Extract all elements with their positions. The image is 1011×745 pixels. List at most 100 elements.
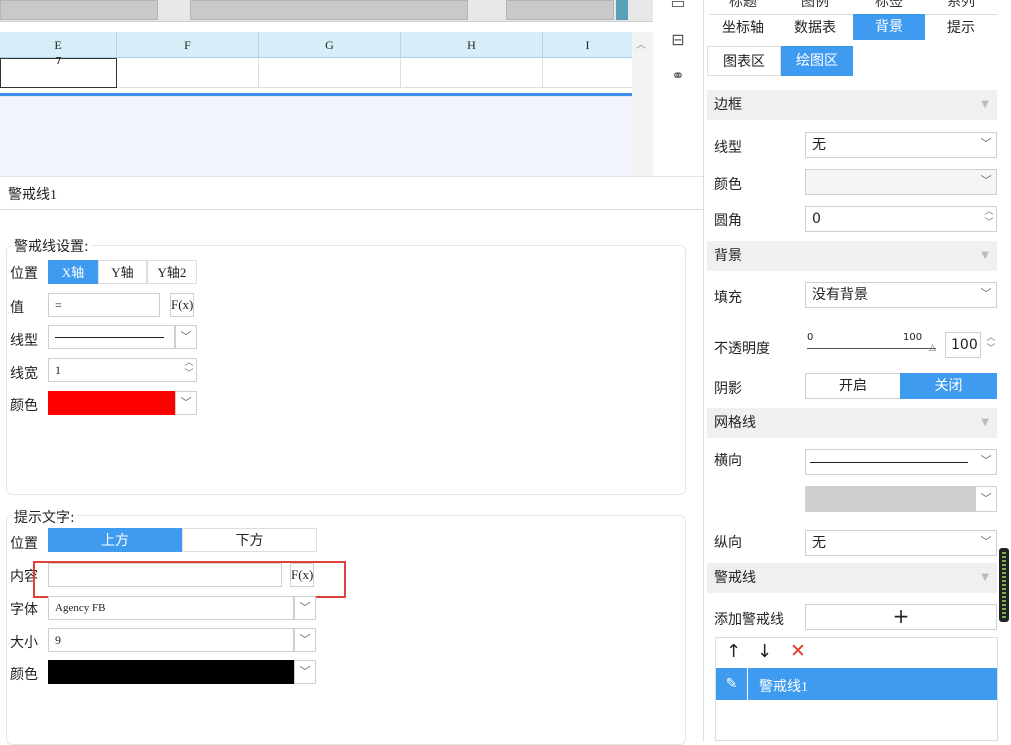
fill-select[interactable]: 没有背景 — [805, 282, 997, 308]
gridline-section-title: 网格线 — [714, 415, 756, 431]
layout-icon[interactable]: ⊟ — [666, 28, 690, 52]
position-x-axis-button[interactable]: X轴 — [48, 260, 98, 284]
hint-color-swatch[interactable] — [48, 660, 294, 684]
opacity-label: 不透明度 — [714, 341, 770, 357]
position-y-axis-button[interactable]: Y轴 — [98, 260, 147, 284]
tab-tooltip[interactable]: 提示 — [925, 18, 997, 38]
move-down-icon[interactable]: ↓ — [757, 641, 772, 662]
tab-label[interactable]: 标签 — [853, 0, 925, 12]
background-section-header[interactable]: 背景 ▼ — [707, 241, 997, 271]
cell-h[interactable] — [401, 58, 543, 88]
cell-i[interactable] — [543, 58, 632, 88]
chevron-down-icon[interactable]: ﹀ — [294, 660, 316, 684]
horizontal-color-select[interactable] — [805, 486, 997, 512]
cell-f[interactable] — [117, 58, 259, 88]
column-header: E F G H I — [0, 32, 632, 58]
chevron-down-icon[interactable]: ▼ — [981, 563, 989, 593]
value-input[interactable]: = — [48, 293, 160, 317]
line-color-swatch[interactable] — [48, 391, 175, 415]
opacity-slider-thumb[interactable]: △ — [929, 343, 936, 353]
tab-datatable[interactable]: 数据表 — [777, 18, 853, 38]
add-warning-label: 添加警戒线 — [714, 612, 784, 628]
chevron-down-icon[interactable]: ﹀ — [975, 486, 997, 512]
solid-line-preview — [55, 337, 164, 338]
dialog-title: 警戒线1 — [8, 188, 57, 203]
spinner-icon[interactable]: ︿ ﹀ — [982, 333, 1000, 357]
scrollbar-handle[interactable] — [999, 548, 1009, 622]
column-header-h[interactable]: H — [401, 32, 543, 58]
shadow-label: 阴影 — [714, 381, 742, 397]
border-line-type-select[interactable]: 无 — [805, 132, 997, 158]
border-section-header[interactable]: 边框 ▼ — [707, 90, 997, 120]
value-formula-button[interactable]: F(x) — [170, 293, 194, 317]
hint-position-above-button[interactable]: 上方 — [48, 528, 182, 552]
border-color-select[interactable] — [805, 169, 997, 195]
chart-preview-area[interactable] — [0, 96, 653, 176]
opacity-min-label: 0 — [807, 332, 814, 343]
warning-section-title: 警戒线 — [714, 570, 756, 586]
list-item[interactable]: ✎ 警戒线1 — [716, 668, 997, 700]
column-header-e[interactable]: E — [0, 32, 117, 58]
chevron-down-icon[interactable]: ▼ — [981, 408, 989, 438]
chevron-down-icon[interactable]: ﹀ — [975, 449, 997, 475]
chevron-down-icon[interactable]: ﹀ — [975, 282, 997, 308]
font-select[interactable]: Agency FB — [48, 596, 294, 620]
position-y2-axis-button[interactable]: Y轴2 — [147, 260, 197, 284]
line-type-select[interactable] — [48, 325, 175, 349]
size-label: 大小 — [10, 635, 38, 651]
horizontal-line-select[interactable] — [805, 449, 997, 475]
toolbar-segment — [506, 0, 614, 20]
vertical-scrollbar[interactable]: ︿ — [632, 32, 653, 176]
spinner-icon[interactable]: ︿ ﹀ — [180, 358, 198, 382]
scroll-up-icon[interactable]: ︿ — [636, 36, 646, 51]
add-warning-button[interactable]: + — [805, 604, 997, 630]
chevron-down-icon[interactable]: ﹀ — [294, 596, 316, 620]
chevron-down-icon[interactable]: ﹀ — [175, 325, 197, 349]
chevron-down-icon[interactable]: ﹀ — [175, 391, 197, 415]
panel-icon[interactable]: ▭ — [666, 0, 690, 11]
column-header-f[interactable]: F — [117, 32, 259, 58]
radius-input[interactable]: 0 — [805, 206, 997, 232]
vertical-line-select[interactable]: 无 — [805, 530, 997, 556]
chevron-down-icon[interactable]: ﹀ — [975, 530, 997, 556]
move-up-icon[interactable]: ↑ — [726, 641, 741, 662]
tab-title[interactable]: 标题 — [709, 0, 777, 12]
column-header-i[interactable]: I — [543, 32, 632, 58]
radius-label: 圆角 — [714, 213, 742, 229]
opacity-input[interactable]: 100 — [945, 332, 981, 358]
warning-section-header[interactable]: 警戒线 ▼ — [707, 563, 997, 593]
shadow-off-button[interactable]: 关闭 — [900, 373, 997, 399]
edit-icon[interactable]: ✎ — [716, 668, 748, 700]
subtab-plot-area[interactable]: 绘图区 — [781, 46, 853, 76]
cell-e[interactable]: 7 — [0, 57, 117, 88]
chevron-down-icon[interactable]: ﹀ — [975, 132, 997, 158]
hint-position-below-button[interactable]: 下方 — [182, 528, 317, 552]
gridline-section-header[interactable]: 网格线 ▼ — [707, 408, 997, 438]
toolbar-segment — [0, 0, 158, 20]
delete-icon[interactable]: ✕ — [790, 640, 806, 662]
border-color-label: 颜色 — [714, 177, 742, 193]
cell-g[interactable] — [259, 58, 401, 88]
tab-background[interactable]: 背景 — [853, 14, 925, 40]
tab-legend[interactable]: 图例 — [777, 0, 853, 12]
horizontal-label: 横向 — [714, 453, 742, 469]
link-icon[interactable]: ⚭ — [666, 64, 690, 88]
tab-axis[interactable]: 坐标轴 — [709, 18, 777, 38]
spinner-icon[interactable]: ︿ ﹀ — [980, 207, 998, 231]
size-select[interactable]: 9 — [48, 628, 294, 652]
grip-icon — [1002, 552, 1006, 618]
chevron-down-icon[interactable]: ▼ — [981, 90, 989, 120]
line-width-input[interactable]: 1 — [48, 358, 197, 382]
shadow-on-button[interactable]: 开启 — [805, 373, 901, 399]
chevron-down-icon[interactable]: ▼ — [981, 241, 989, 271]
chevron-down-icon[interactable]: ﹀ — [975, 169, 997, 195]
opacity-max-label: 100 — [903, 332, 923, 343]
chevron-down-icon[interactable]: ﹀ — [294, 628, 316, 652]
subtab-chart-area[interactable]: 图表区 — [707, 46, 781, 76]
column-header-g[interactable]: G — [259, 32, 401, 58]
value-label: 值 — [10, 300, 24, 316]
color-label: 颜色 — [10, 398, 38, 414]
opacity-slider-track[interactable] — [807, 348, 936, 349]
tab-series[interactable]: 系列 — [925, 0, 997, 12]
font-label: 字体 — [10, 602, 38, 618]
